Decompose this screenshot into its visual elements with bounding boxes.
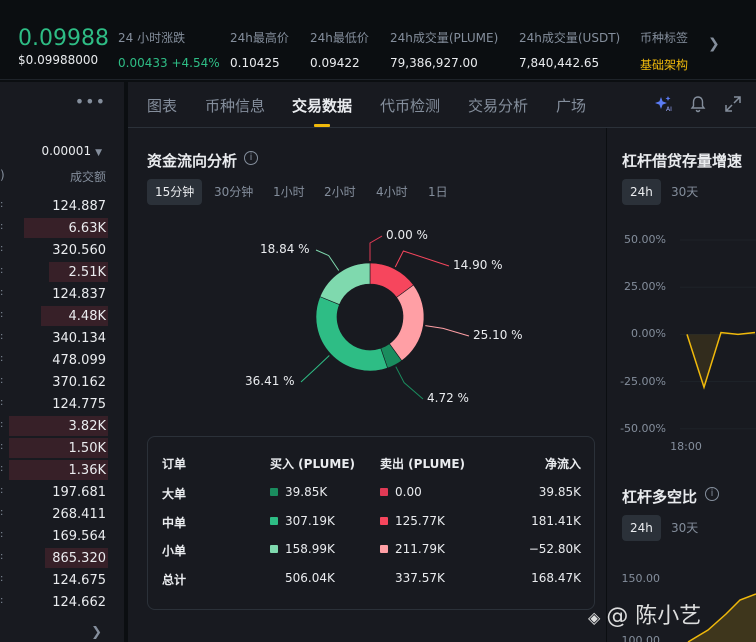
price-cell-edge: : [0, 595, 4, 606]
orderbook-row[interactable]: : 320.560 [0, 240, 124, 262]
amount-cell: 2.51K [68, 265, 106, 280]
stat-24h-high: 24h最高价 0.10425 [230, 31, 289, 70]
amount-cell: 3.82K [68, 419, 106, 434]
price-cell-edge: : [0, 243, 4, 254]
diamond-logo-icon: ◈ [588, 608, 601, 627]
orderbook-row[interactable]: : 124.675 [0, 570, 124, 592]
stat-token-tag[interactable]: 币种标签 基础架构 [640, 29, 688, 73]
last-price-usd: $0.09988000 [18, 53, 99, 67]
price-cell-edge: : [0, 375, 4, 386]
price-cell-edge: : [0, 551, 4, 562]
amount-cell: 197.681 [52, 485, 106, 500]
amount-cell: 370.162 [52, 375, 106, 390]
price-cell-edge: : [0, 529, 4, 540]
orderbook-col-price: ) [0, 168, 5, 182]
amount-cell: 124.775 [52, 397, 106, 412]
orderbook-row[interactable]: : 169.564 [0, 526, 124, 548]
price-cell-edge: : [0, 331, 4, 342]
orderbook-row[interactable]: : 4.48K [0, 306, 124, 328]
amount-cell: 169.564 [52, 529, 106, 544]
amount-cell: 124.675 [52, 573, 106, 588]
main-panel: 图表 币种信息 交易数据 代币检测 交易分析 广场 AI 资金流向分析 i 15… [128, 82, 756, 642]
orderbook-row[interactable]: : 2.51K [0, 262, 124, 284]
price-cell-edge: : [0, 485, 4, 496]
orderbook-panel: ••• 0.00001 ▼ ) 成交额 : 124.887: 6.63K: 320.56… [0, 82, 124, 642]
price-cell-edge: : [0, 397, 4, 408]
orderbook-row[interactable]: : 1.50K [0, 438, 124, 460]
orderbook-row[interactable]: : 197.681 [0, 482, 124, 504]
amount-cell: 4.48K [68, 309, 106, 324]
price-cell-edge: : [0, 199, 4, 210]
last-price: 0.09988 [18, 26, 109, 51]
price-cell-edge: : [0, 507, 4, 518]
price-cell-edge: : [0, 221, 4, 232]
stat-24h-volume-usdt: 24h成交量(USDT) 7,840,442.65 [519, 31, 621, 70]
price-cell-edge: : [0, 463, 4, 474]
orderbook-row[interactable]: : 3.82K [0, 416, 124, 438]
orderbook-row[interactable]: : 268.411 [0, 504, 124, 526]
price-cell-edge: : [0, 419, 4, 430]
chevron-right-icon[interactable]: ❯ [708, 36, 720, 52]
orderbook-row[interactable]: : 865.320 [0, 548, 124, 570]
amount-cell: 320.560 [52, 243, 106, 258]
price-cell-edge: : [0, 573, 4, 584]
price-cell-edge: : [0, 287, 4, 298]
amount-cell: 6.63K [68, 221, 106, 236]
orderbook-row[interactable]: : 124.775 [0, 394, 124, 416]
caret-down-icon: ▼ [95, 148, 102, 158]
amount-cell: 124.887 [52, 199, 106, 214]
amount-cell: 478.099 [52, 353, 106, 368]
chevron-right-icon[interactable]: ❯ [91, 625, 102, 640]
long-short-chart [687, 593, 756, 642]
orderbook-row[interactable]: : 6.63K [0, 218, 124, 240]
amount-cell: 1.36K [68, 463, 106, 478]
orderbook-row[interactable]: : 124.837 [0, 284, 124, 306]
orderbook-row[interactable]: : 124.662 [0, 592, 124, 614]
price-cell-edge: : [0, 353, 4, 364]
price-cell-edge: : [0, 265, 4, 276]
stat-24h-low: 24h最低价 0.09422 [310, 31, 369, 70]
ticker-bar: 0.09988 $0.09988000 24 小时涨跌 0.00433 +4.5… [0, 0, 756, 80]
orderbook-col-amount: 成交额 [69, 170, 106, 184]
amount-cell: 124.837 [52, 287, 106, 302]
orderbook-row[interactable]: : 1.36K [0, 460, 124, 482]
amount-cell: 268.411 [52, 507, 106, 522]
orderbook-row[interactable]: : 478.099 [0, 350, 124, 372]
price-cell-edge: : [0, 441, 4, 452]
price-cell-edge: : [0, 309, 4, 320]
stat-24h-change: 24 小时涨跌 0.00433 +4.54% [118, 31, 220, 70]
precision-select[interactable]: 0.00001 ▼ [41, 144, 102, 158]
amount-cell: 340.134 [52, 331, 106, 346]
orderbook-row[interactable]: : 124.887 [0, 196, 124, 218]
more-dots-icon[interactable]: ••• [75, 92, 106, 111]
orderbook-row[interactable]: : 370.162 [0, 372, 124, 394]
amount-cell: 865.320 [52, 551, 106, 566]
amount-cell: 124.662 [52, 595, 106, 610]
orderbook-row[interactable]: : 340.134 [0, 328, 124, 350]
stat-24h-volume-plume: 24h成交量(PLUME) 79,386,927.00 [390, 31, 499, 70]
amount-cell: 1.50K [68, 441, 106, 456]
watermark: ◈ @ 陈小艺 [588, 604, 702, 629]
